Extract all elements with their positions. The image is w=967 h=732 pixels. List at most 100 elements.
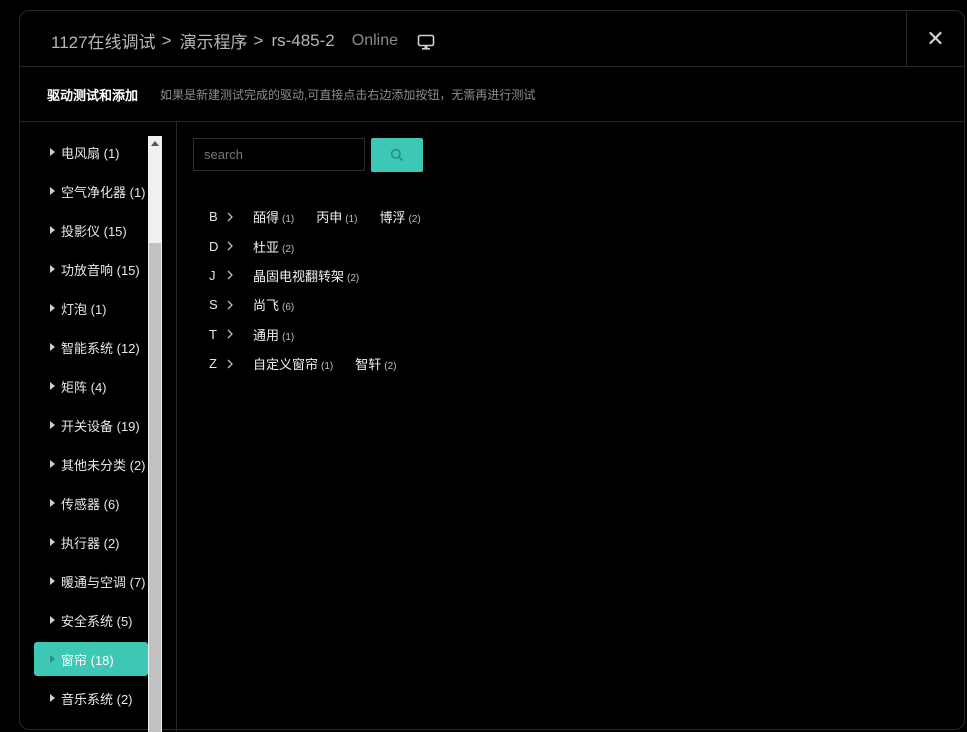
sidebar-category-label: 窗帘 (18) — [61, 652, 114, 668]
brand-group-row: D 杜亚 (2) — [209, 231, 294, 260]
sidebar-category-label: 传感器 (6) — [61, 496, 120, 512]
brand-name: 智轩 — [355, 357, 382, 373]
search-input[interactable] — [193, 138, 365, 171]
close-icon: ✕ — [926, 25, 945, 51]
sidebar-category-label: 灯泡 (1) — [61, 301, 107, 317]
sidebar-category-label: 安全系统 (5) — [61, 613, 133, 629]
caret-right-icon — [50, 148, 55, 156]
brand-name: 通用 — [253, 327, 280, 343]
sidebar-category-item[interactable]: 智能系统 (12) — [34, 330, 148, 364]
brand-group-items: 皕得 (1) 丙申 (1) 博浮 (2) — [253, 207, 443, 226]
brand-name: 自定义窗帘 — [253, 357, 319, 373]
sidebar-category-item[interactable]: 暖通与空调 (7) — [34, 564, 148, 598]
breadcrumb: 1127在线调试 > 演示程序 > rs-485-2 Online — [51, 28, 435, 53]
sidebar-category-label: 矩阵 (4) — [61, 379, 107, 395]
brand-item[interactable]: 智轩 (2) — [355, 354, 396, 373]
sidebar-category-item[interactable]: 安全系统 (5) — [34, 603, 148, 637]
brand-count: (2) — [347, 272, 360, 284]
brand-index: B 皕得 (1) 丙申 (1) 博浮 (2) D 杜亚 (2) J 晶固电视翻转架 (2) S 尚飞 (6) T… — [209, 202, 421, 378]
brand-group-letter: Z — [209, 356, 217, 372]
breadcrumb-item-program[interactable]: 演示程序 — [180, 28, 248, 53]
sidebar-category-label: 电风扇 (1) — [61, 145, 120, 161]
sidebar-category-item[interactable]: 灯泡 (1) — [34, 291, 148, 325]
sidebar-category-item[interactable]: 电风扇 (1) — [34, 135, 148, 169]
chevron-right-icon[interactable] — [224, 211, 236, 223]
monitor-icon[interactable] — [417, 33, 435, 51]
sidebar-category-item[interactable]: 开关设备 (19) — [34, 408, 148, 442]
sidebar-category-item[interactable]: 音乐系统 (2) — [34, 681, 148, 715]
brand-group-items: 晶固电视翻转架 (2) — [253, 266, 381, 285]
sidebar-category-label: 音乐系统 (2) — [61, 691, 133, 707]
sidebar-category-item[interactable]: 矩阵 (4) — [34, 369, 148, 403]
caret-right-icon — [50, 577, 55, 585]
brand-group-row: Z 自定义窗帘 (1) 智轩 (2) — [209, 349, 397, 378]
sidebar-category-item[interactable]: 传感器 (6) — [34, 486, 148, 520]
brand-group-row: T 通用 (1) — [209, 320, 294, 349]
brand-name: 丙申 — [316, 210, 343, 226]
close-button[interactable]: ✕ — [906, 11, 964, 66]
chevron-right-icon[interactable] — [224, 328, 236, 340]
chevron-right-icon[interactable] — [224, 240, 236, 252]
sidebar-category-item[interactable]: 投影仪 (15) — [34, 213, 148, 247]
brand-group-row: J 晶固电视翻转架 (2) — [209, 261, 359, 290]
section-description: 如果是新建测试完成的驱动,可直接点击右边添加按钮，无需再进行测试 — [160, 88, 536, 102]
brand-item[interactable]: 晶固电视翻转架 (2) — [253, 266, 359, 285]
brand-count: (1) — [345, 214, 358, 226]
brand-item[interactable]: 自定义窗帘 (1) — [253, 354, 333, 373]
caret-right-icon — [50, 421, 55, 429]
sidebar-category-label: 投影仪 (15) — [61, 223, 127, 239]
brand-item[interactable]: 丙申 (1) — [316, 207, 357, 226]
brand-item[interactable]: 杜亚 (2) — [253, 237, 294, 256]
sidebar-category-item[interactable]: 其他未分类 (2) — [34, 447, 148, 481]
sidebar-category-label: 智能系统 (12) — [61, 340, 140, 356]
scroll-up-arrow-icon[interactable] — [151, 141, 159, 146]
caret-right-icon — [50, 382, 55, 390]
brand-item[interactable]: 尚飞 (6) — [253, 295, 294, 314]
breadcrumb-separator: > — [161, 30, 172, 50]
sidebar-category-item[interactable]: 功放音响 (15) — [34, 252, 148, 286]
brand-group-items: 通用 (1) — [253, 325, 316, 344]
caret-right-icon — [50, 265, 55, 273]
brand-group-letter: D — [209, 238, 219, 254]
status-text: Online — [351, 31, 398, 49]
sidebar-category-item[interactable]: 空气净化器 (1) — [34, 174, 148, 208]
search-button[interactable] — [371, 138, 423, 172]
brand-count: (1) — [282, 214, 295, 226]
brand-count: (2) — [282, 243, 295, 255]
brand-count: (1) — [321, 361, 334, 373]
brand-group-letter: B — [209, 209, 218, 225]
brand-name: 皕得 — [253, 210, 280, 226]
brand-group-row: B 皕得 (1) 丙申 (1) 博浮 (2) — [209, 202, 421, 231]
breadcrumb-item-project[interactable]: 1127在线调试 — [51, 28, 156, 53]
scrollbar-thumb[interactable] — [149, 243, 161, 732]
sidebar-category-label: 其他未分类 (2) — [61, 457, 146, 473]
section-header: 驱动测试和添加 如果是新建测试完成的驱动,可直接点击右边添加按钮，无需再进行测试 — [20, 67, 964, 122]
chevron-right-icon[interactable] — [224, 299, 236, 311]
caret-right-icon — [50, 187, 55, 195]
brand-group-letter: S — [209, 297, 218, 313]
brand-group-items: 杜亚 (2) — [253, 237, 316, 256]
section-title: 驱动测试和添加 — [47, 88, 139, 103]
brand-count: (1) — [282, 331, 295, 343]
search-icon — [390, 148, 404, 162]
dialog-header: 1127在线调试 > 演示程序 > rs-485-2 Online ✕ — [20, 11, 964, 67]
chevron-right-icon[interactable] — [224, 358, 236, 370]
caret-right-icon — [50, 655, 55, 663]
sidebar-category-item[interactable]: 窗帘 (18) — [34, 642, 148, 676]
caret-right-icon — [50, 460, 55, 468]
caret-right-icon — [50, 499, 55, 507]
sidebar-scrollbar[interactable] — [148, 136, 162, 732]
category-sidebar: 电风扇 (1) 空气净化器 (1) 投影仪 (15) 功放音响 (15) 灯泡 (1) 智… — [20, 122, 177, 732]
chevron-right-icon[interactable] — [224, 269, 236, 281]
brand-item[interactable]: 皕得 (1) — [253, 207, 294, 226]
brand-group-row: S 尚飞 (6) — [209, 290, 294, 319]
sidebar-category-label: 暖通与空调 (7) — [61, 574, 146, 590]
brand-item[interactable]: 通用 (1) — [253, 325, 294, 344]
brand-group-letter: T — [209, 326, 217, 342]
caret-right-icon — [50, 226, 55, 234]
caret-right-icon — [50, 694, 55, 702]
caret-right-icon — [50, 343, 55, 351]
breadcrumb-item-device: rs-485-2 — [271, 30, 335, 50]
brand-item[interactable]: 博浮 (2) — [380, 207, 421, 226]
sidebar-category-item[interactable]: 执行器 (2) — [34, 525, 148, 559]
